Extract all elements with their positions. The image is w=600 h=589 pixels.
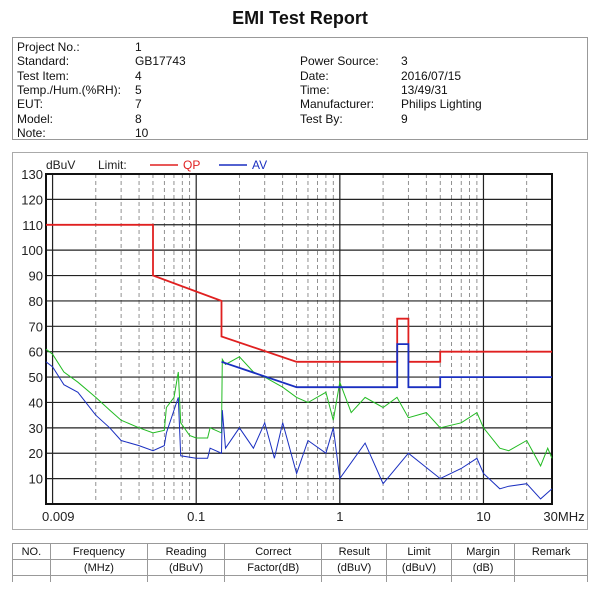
info-value: 2016/07/15 <box>401 68 462 83</box>
x-tick-label: 30MHz <box>543 509 584 524</box>
column-header: Result <box>321 543 388 560</box>
legend-title: Limit: <box>98 158 127 172</box>
table-cell <box>49 575 149 582</box>
info-value: 5 <box>135 82 142 97</box>
y-tick-label: 70 <box>29 319 43 334</box>
y-axis-label: dBuV <box>46 158 75 172</box>
x-tick-label: 1 <box>336 509 343 524</box>
table-row <box>12 575 588 582</box>
info-label: Test Item: <box>17 68 70 83</box>
column-header: Reading <box>147 543 226 560</box>
info-value: 9 <box>401 111 408 126</box>
column-unit <box>12 559 51 576</box>
info-label: EUT: <box>17 97 44 112</box>
info-label: Manufacturer: <box>300 97 375 112</box>
y-tick-label: 100 <box>21 243 43 258</box>
info-value: GB17743 <box>135 54 186 69</box>
info-value: 4 <box>135 68 142 83</box>
x-tick-label: 0.009 <box>42 509 75 524</box>
results-table: NO. Frequency Reading Correct Result Limit Mar… <box>12 543 588 582</box>
info-label: Time: <box>300 82 330 97</box>
y-tick-label: 40 <box>29 395 43 410</box>
info-panel: Project No.: 1 Standard: GB17743 Test Item: 4… <box>12 37 588 140</box>
column-unit: (dBuV) <box>147 559 226 576</box>
column-unit: Factor(dB) <box>224 559 323 576</box>
column-unit <box>514 559 588 576</box>
x-tick-label: 0.1 <box>187 509 205 524</box>
column-header: Limit <box>386 543 452 560</box>
info-label: Date: <box>300 68 329 83</box>
info-label: Model: <box>17 111 54 126</box>
measurement-trace-qp <box>45 348 553 468</box>
table-cell <box>386 575 452 582</box>
info-label: Temp./Hum.(%RH): <box>17 82 122 97</box>
y-tick-label: 90 <box>29 269 43 284</box>
y-tick-label: 120 <box>21 192 43 207</box>
column-unit: (MHz) <box>49 559 149 576</box>
info-value: 1 <box>135 40 142 54</box>
column-unit: (dBuV) <box>321 559 388 576</box>
table-cell <box>514 575 588 582</box>
info-value: 10 <box>135 125 149 140</box>
table-cell <box>224 575 323 582</box>
y-tick-label: 30 <box>29 421 43 436</box>
info-value: Philips Lighting <box>401 97 482 112</box>
info-label: Power Source: <box>300 54 379 69</box>
info-value: 13/49/31 <box>401 82 448 97</box>
table-cell <box>450 575 516 582</box>
column-header: Margin <box>450 543 516 560</box>
emi-chart: 10 20 30 40 50 60 70 80 90 100 110 120 130 0.009 0.1 1 1… <box>12 152 588 530</box>
info-value: 3 <box>401 54 408 69</box>
table-header-row: NO. Frequency Reading Correct Result Limit Mar… <box>12 543 588 560</box>
y-tick-label: 20 <box>29 446 43 461</box>
y-tick-label: 50 <box>29 370 43 385</box>
y-tick-label: 60 <box>29 345 43 360</box>
info-value: 8 <box>135 111 142 126</box>
column-header: Correct <box>224 543 323 560</box>
info-label: Project No.: <box>17 40 80 54</box>
column-unit: (dBuV) <box>386 559 452 576</box>
y-tick-label: 110 <box>22 218 43 233</box>
y-tick-label: 10 <box>29 472 43 487</box>
info-value: 7 <box>135 97 142 112</box>
column-header: Frequency <box>49 543 149 560</box>
info-label: Test By: <box>300 111 343 126</box>
chart-svg: 1020304050607080901001101201300.009 0.1 1 1… <box>21 158 584 524</box>
legend-label-qp: QP <box>183 158 200 172</box>
report-title: EMI Test Report <box>232 8 368 28</box>
table-cell <box>12 575 51 582</box>
y-tick-label: 130 <box>21 167 43 182</box>
table-cell <box>147 575 226 582</box>
limit-line-qp <box>46 223 552 363</box>
table-units-row: (MHz) (dBuV) Factor(dB) (dBuV) (dBuV) (dB) <box>12 559 588 576</box>
column-header: NO. <box>12 543 51 560</box>
info-label: Note: <box>17 125 46 140</box>
info-label: Standard: <box>17 54 70 69</box>
table-cell <box>321 575 388 582</box>
y-tick-label: 80 <box>29 294 43 309</box>
x-tick-label: 10 <box>476 509 490 524</box>
column-header: Remark <box>514 543 588 560</box>
plot-frame <box>45 173 553 505</box>
column-unit: (dB) <box>450 559 516 576</box>
legend-label-av: AV <box>252 158 267 172</box>
